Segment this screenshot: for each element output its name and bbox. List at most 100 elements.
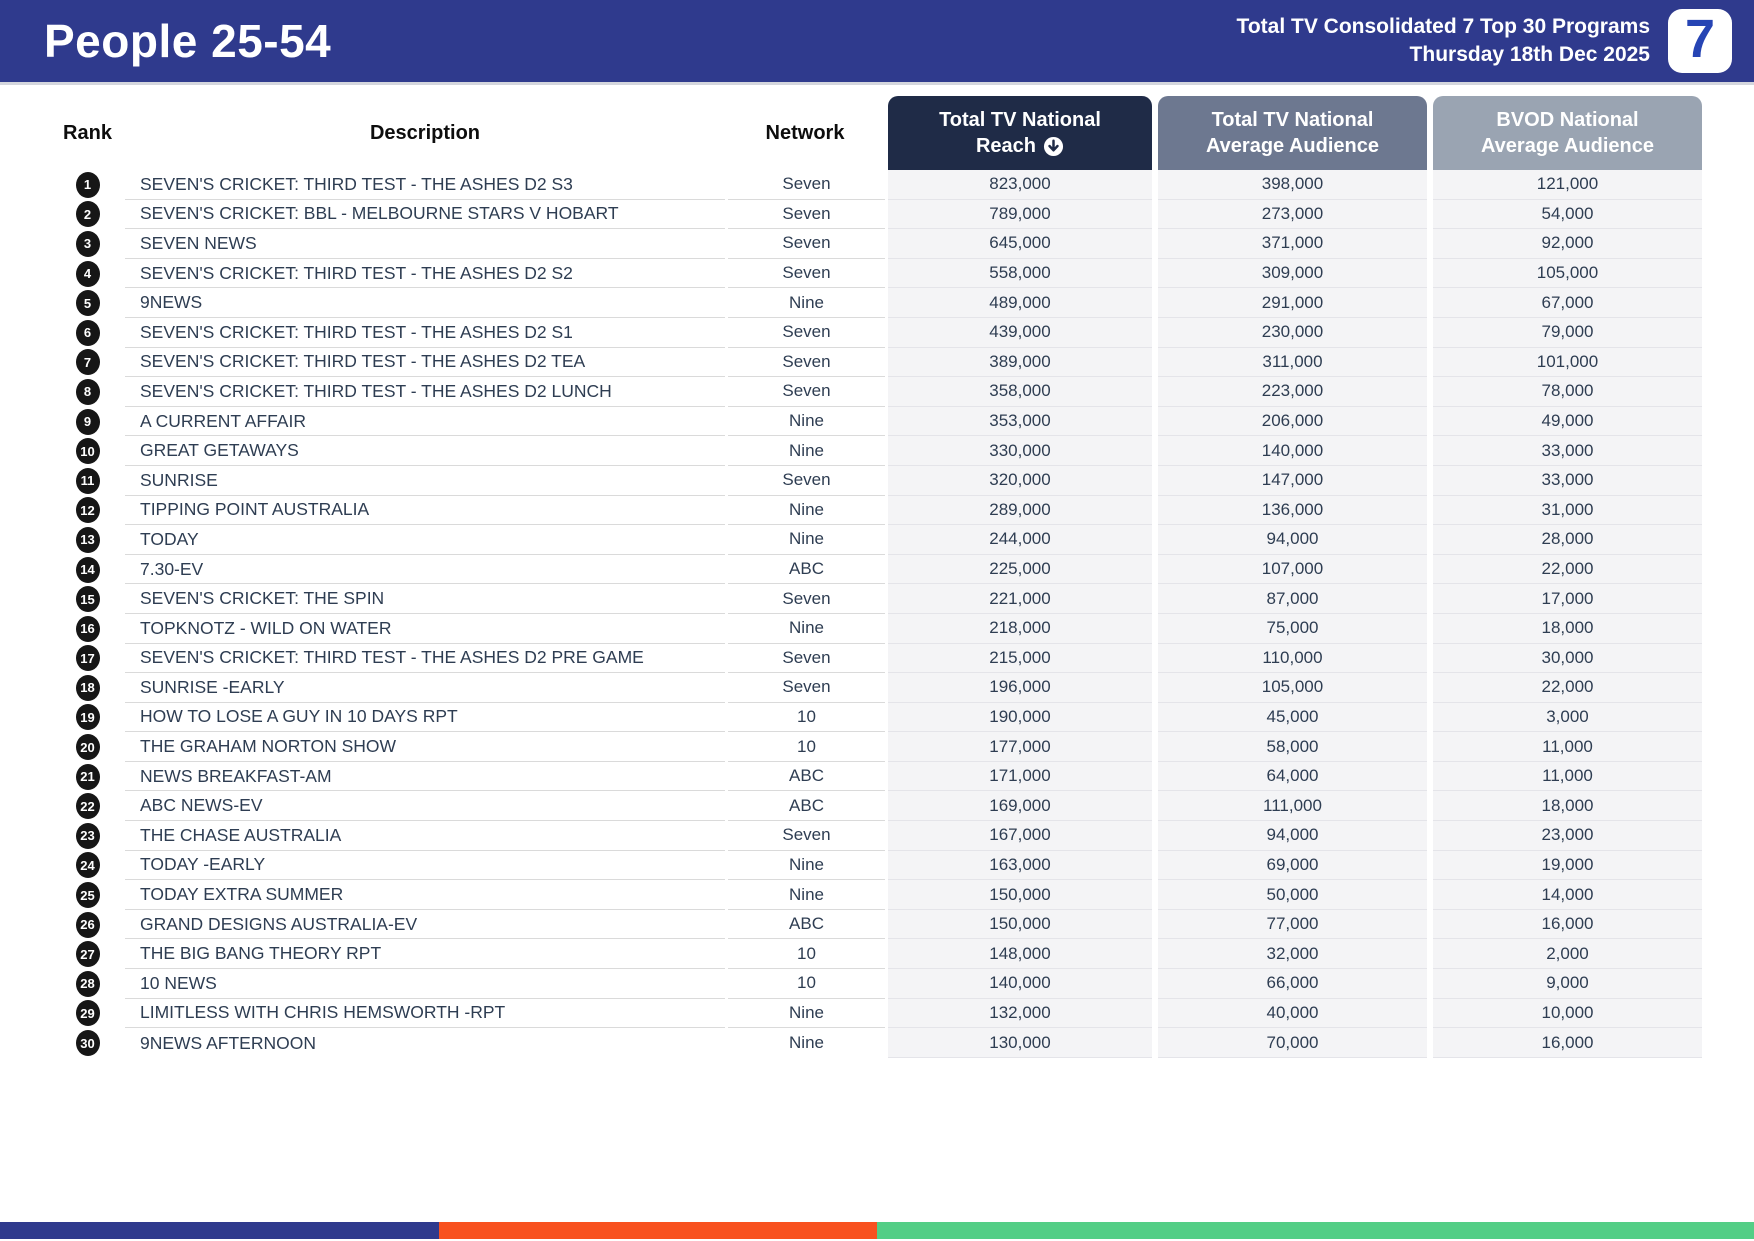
table-row: 3 SEVEN NEWS Seven 645,000 371,000 92,00…: [50, 229, 1754, 259]
average-audience-cell: 140,000: [1158, 436, 1427, 466]
table-row: 13 TODAY Nine 244,000 94,000 28,000: [50, 525, 1754, 555]
description-cell: SEVEN'S CRICKET: THIRD TEST - THE ASHES …: [125, 318, 725, 348]
reach-cell: 169,000: [888, 791, 1152, 822]
average-audience-cell: 70,000: [1158, 1028, 1427, 1058]
reach-cell: 353,000: [888, 406, 1152, 437]
table-row: 17 SEVEN'S CRICKET: THIRD TEST - THE ASH…: [50, 643, 1754, 674]
description-cell: TIPPING POINT AUSTRALIA: [125, 496, 725, 526]
rank-badge: 29: [75, 1000, 100, 1027]
bvod-audience-cell: 10,000: [1433, 998, 1702, 1029]
table-row: 27 THE BIG BANG THEORY RPT 10 148,000 32…: [50, 939, 1754, 970]
rank-badge: 24: [75, 852, 100, 879]
table-row: 18 SUNRISE -EARLY Seven 196,000 105,000 …: [50, 673, 1754, 703]
description-cell: SUNRISE -EARLY: [125, 673, 725, 703]
network-cell: Seven: [728, 259, 885, 289]
reach-cell: 171,000: [888, 761, 1152, 792]
reach-cell: 177,000: [888, 732, 1152, 762]
rank-badge: 9: [75, 408, 100, 435]
table-row: 19 HOW TO LOSE A GUY IN 10 DAYS RPT 10 1…: [50, 702, 1754, 733]
report-subtitle-line1: Total TV Consolidated 7 Top 30 Programs: [1236, 14, 1650, 38]
reach-cell: 558,000: [888, 258, 1152, 289]
table-row: 26 GRAND DESIGNS AUSTRALIA-EV ABC 150,00…: [50, 909, 1754, 940]
reach-cell: 150,000: [888, 880, 1152, 910]
bvod-audience-cell: 101,000: [1433, 347, 1702, 378]
rank-badge: 4: [75, 260, 100, 287]
reach-cell: 196,000: [888, 673, 1152, 703]
network-cell: Seven: [728, 170, 885, 200]
footer-color-stripe: [0, 1222, 1754, 1239]
rank-badge: 11: [75, 467, 100, 494]
average-audience-cell: 107,000: [1158, 554, 1427, 585]
network-cell: Nine: [728, 999, 885, 1029]
average-audience-cell: 110,000: [1158, 643, 1427, 674]
rank-badge: 20: [75, 734, 100, 761]
network-cell: Seven: [728, 466, 885, 496]
rank-badge: 16: [75, 615, 100, 642]
reach-cell: 221,000: [888, 584, 1152, 614]
rank-badge: 8: [75, 378, 100, 405]
column-header-total-tv-reach[interactable]: Total TV National Reach: [888, 96, 1152, 170]
network-cell: Nine: [728, 436, 885, 466]
bvod-audience-cell: 31,000: [1433, 495, 1702, 526]
rank-badge: 23: [75, 822, 100, 849]
description-cell: TODAY EXTRA SUMMER: [125, 880, 725, 910]
reach-cell: 358,000: [888, 377, 1152, 407]
network-cell: ABC: [728, 910, 885, 940]
average-audience-cell: 66,000: [1158, 969, 1427, 999]
description-cell: SEVEN'S CRICKET: THE SPIN: [125, 584, 725, 614]
description-cell: TODAY: [125, 525, 725, 555]
rank-badge: 2: [75, 201, 100, 228]
table-row: 11 SUNRISE Seven 320,000 147,000 33,000: [50, 465, 1754, 496]
average-audience-cell: 50,000: [1158, 880, 1427, 910]
reach-cell: 163,000: [888, 850, 1152, 881]
table-row: 22 ABC NEWS-EV ABC 169,000 111,000 18,00…: [50, 791, 1754, 822]
description-cell: 10 NEWS: [125, 969, 725, 999]
report-subtitle: Total TV Consolidated 7 Top 30 Programs …: [1237, 13, 1650, 70]
average-audience-cell: 111,000: [1158, 791, 1427, 822]
network-cell: 10: [728, 732, 885, 762]
description-cell: 7.30-EV: [125, 555, 725, 585]
average-audience-cell: 291,000: [1158, 288, 1427, 318]
seven-network-logo: 7: [1668, 9, 1732, 73]
average-audience-cell: 309,000: [1158, 258, 1427, 289]
table-header-row: Rank Description Network Total TV Nation…: [50, 96, 1754, 170]
network-cell: 10: [728, 969, 885, 999]
table-body: 1 SEVEN'S CRICKET: THIRD TEST - THE ASHE…: [0, 170, 1754, 1058]
bvod-audience-cell: 2,000: [1433, 939, 1702, 970]
description-cell: SEVEN'S CRICKET: THIRD TEST - THE ASHES …: [125, 170, 725, 200]
network-cell: Seven: [728, 318, 885, 348]
table-row: 29 LIMITLESS WITH CHRIS HEMSWORTH -RPT N…: [50, 998, 1754, 1029]
network-cell: Seven: [728, 200, 885, 230]
reach-cell: 320,000: [888, 465, 1152, 496]
average-audience-cell: 136,000: [1158, 495, 1427, 526]
bvod-audience-cell: 105,000: [1433, 258, 1702, 289]
table-row: 25 TODAY EXTRA SUMMER Nine 150,000 50,00…: [50, 880, 1754, 910]
column-header-total-tv-average[interactable]: Total TV National Average Audience: [1158, 96, 1427, 170]
rank-badge: 1: [75, 171, 100, 198]
report-date: Thursday 18th Dec 2025: [1409, 43, 1650, 66]
network-cell: 10: [728, 703, 885, 733]
footer-segment-green: [877, 1222, 1754, 1239]
table-row: 24 TODAY -EARLY Nine 163,000 69,000 19,0…: [50, 850, 1754, 881]
average-audience-cell: 223,000: [1158, 377, 1427, 407]
bvod-audience-cell: 67,000: [1433, 288, 1702, 318]
column-header-bvod-average[interactable]: BVOD National Average Audience: [1433, 96, 1702, 170]
reach-cell: 215,000: [888, 643, 1152, 674]
bvod-audience-cell: 22,000: [1433, 554, 1702, 585]
description-cell: HOW TO LOSE A GUY IN 10 DAYS RPT: [125, 703, 725, 733]
average-audience-cell: 69,000: [1158, 850, 1427, 881]
average-audience-cell: 75,000: [1158, 613, 1427, 644]
average-audience-cell: 206,000: [1158, 406, 1427, 437]
description-cell: SEVEN'S CRICKET: THIRD TEST - THE ASHES …: [125, 259, 725, 289]
rank-badge: 14: [75, 556, 100, 583]
rank-badge: 27: [75, 941, 100, 968]
average-audience-cell: 273,000: [1158, 199, 1427, 230]
bvod-audience-cell: 92,000: [1433, 229, 1702, 259]
network-cell: ABC: [728, 555, 885, 585]
bvod-audience-cell: 18,000: [1433, 791, 1702, 822]
bvod-audience-cell: 33,000: [1433, 465, 1702, 496]
bvod-audience-cell: 54,000: [1433, 199, 1702, 230]
network-cell: Nine: [728, 614, 885, 644]
description-cell: SUNRISE: [125, 466, 725, 496]
bvod-audience-cell: 18,000: [1433, 613, 1702, 644]
